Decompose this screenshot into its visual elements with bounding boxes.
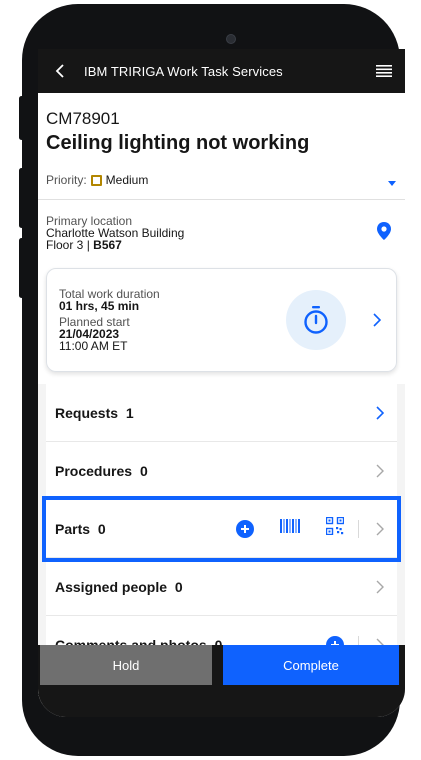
section-label: Requests 1	[55, 405, 373, 421]
location-room: B567	[93, 238, 122, 252]
chevron-right-icon[interactable]	[373, 464, 387, 478]
footer-buttons: Hold Complete	[38, 645, 405, 685]
work-duration-card[interactable]: Total work duration 01 hrs, 45 min Plann…	[46, 268, 397, 372]
priority-square-icon	[90, 174, 102, 186]
chevron-right-icon[interactable]	[373, 522, 387, 536]
section-row-procedures[interactable]: Procedures 0	[46, 442, 397, 500]
qr-code-icon[interactable]	[325, 516, 345, 540]
section-name: Assigned people	[55, 578, 168, 595]
priority-label: Priority:	[46, 173, 87, 187]
primary-location: Primary location Charlotte Watson Buildi…	[38, 200, 405, 264]
section-row-parts[interactable]: Parts 0	[42, 496, 401, 562]
section-row-requests[interactable]: Requests 1	[46, 384, 397, 442]
parts-actions	[236, 516, 345, 540]
caret-down-icon[interactable]	[387, 175, 397, 186]
priority-value: Medium	[105, 173, 149, 187]
section-count: 0	[174, 578, 183, 595]
location-floor-room: Floor 3 | B567	[46, 239, 184, 251]
section-count: 0	[97, 520, 106, 537]
chevron-left-icon[interactable]	[50, 61, 70, 81]
hold-button[interactable]: Hold	[40, 645, 212, 685]
section-name: Procedures	[55, 462, 133, 479]
location-pin-icon[interactable]	[377, 221, 391, 245]
section-count: 1	[125, 404, 134, 421]
task-id: CM78901	[46, 109, 120, 128]
chevron-right-icon[interactable]	[373, 580, 387, 594]
chevron-right-icon[interactable]	[370, 313, 384, 327]
section-label: Assigned people 0	[55, 579, 373, 595]
location-floor: Floor 3	[46, 238, 84, 252]
priority-display: Priority: Medium	[46, 173, 148, 187]
divider	[358, 519, 359, 538]
complete-button[interactable]: Complete	[223, 645, 399, 685]
location-separator: |	[86, 238, 90, 252]
timer-icon[interactable]	[286, 290, 346, 350]
front-camera	[226, 34, 236, 44]
work-card-text: Total work duration 01 hrs, 45 min Plann…	[59, 288, 286, 352]
action-footer: Hold Complete	[38, 645, 405, 717]
barcode-icon[interactable]	[280, 519, 300, 538]
add-icon[interactable]	[236, 519, 254, 538]
section-row-assigned-people[interactable]: Assigned people 0	[46, 558, 397, 616]
planned-start-time: 11:00 AM ET	[59, 339, 128, 353]
priority-dropdown[interactable]: Priority: Medium	[38, 161, 405, 200]
section-label: Procedures 0	[55, 463, 373, 479]
task-title: Ceiling lighting not working	[46, 132, 310, 154]
section-name: Requests	[55, 404, 119, 421]
section-count: 0	[139, 462, 148, 479]
section-label: Parts 0	[55, 521, 236, 537]
duration-value: 01 hrs, 45 min	[59, 299, 140, 313]
section-name: Parts	[55, 520, 91, 537]
task-header: CM78901 Ceiling lighting not working	[38, 93, 405, 155]
app-screen: IBM TRIRIGA Work Task Services CM78901 C…	[38, 49, 405, 717]
chevron-right-icon[interactable]	[373, 405, 387, 420]
hamburger-menu-icon[interactable]	[375, 63, 393, 79]
app-title: IBM TRIRIGA Work Task Services	[84, 63, 283, 79]
app-header: IBM TRIRIGA Work Task Services	[38, 49, 405, 93]
location-text: Primary location Charlotte Watson Buildi…	[46, 215, 184, 251]
